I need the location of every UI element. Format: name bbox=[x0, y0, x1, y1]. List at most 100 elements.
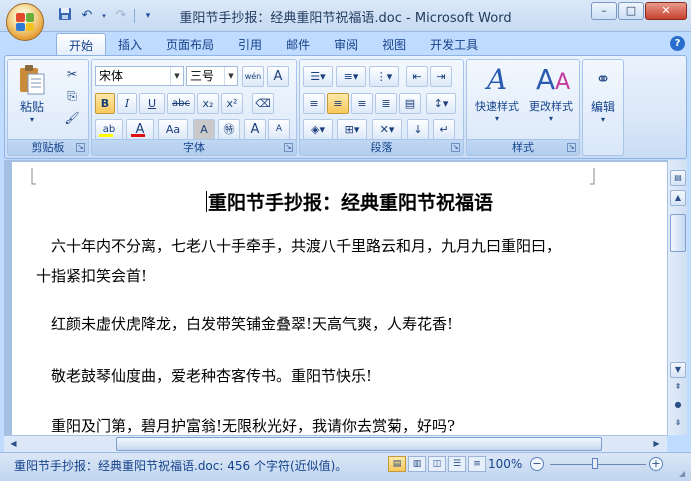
styles-group-label: 样式 bbox=[467, 139, 579, 155]
shrink-font-button[interactable]: A bbox=[268, 119, 290, 140]
change-case-button[interactable]: Aa bbox=[158, 119, 188, 140]
print-layout-view-button[interactable]: ▤ bbox=[388, 456, 406, 472]
line-spacing-button[interactable]: ↕▾ bbox=[426, 93, 456, 114]
maximize-button[interactable]: □ bbox=[618, 2, 644, 20]
character-shading-button[interactable]: A bbox=[193, 119, 215, 140]
underline-button[interactable]: U bbox=[139, 93, 165, 114]
zoom-in-button[interactable]: + bbox=[649, 457, 663, 471]
ribbon: 粘贴 ▾ ✂ ⎘ 🖌 剪贴板 ↘ 宋体 ▼ 三号 ▼ wén A B I U a… bbox=[4, 55, 687, 159]
clear-formatting-button[interactable]: ⌫ bbox=[252, 93, 274, 114]
next-page-button[interactable]: ⇟ bbox=[670, 416, 686, 432]
font-color-button[interactable]: A bbox=[126, 119, 154, 140]
copy-icon[interactable]: ⎘ bbox=[62, 86, 82, 106]
numbering-button[interactable]: ≡▾ bbox=[336, 66, 366, 87]
tab-home[interactable]: 开始 bbox=[56, 33, 107, 55]
grow-font-button[interactable]: A bbox=[244, 119, 266, 140]
paste-button[interactable]: 粘贴 ▾ bbox=[10, 64, 54, 136]
help-icon[interactable]: ? bbox=[670, 36, 685, 51]
tab-page-layout[interactable]: 页面布局 bbox=[154, 33, 226, 55]
editing-button[interactable]: ⚭ 编辑 ▾ bbox=[582, 64, 624, 136]
scroll-up-button[interactable]: ▲ bbox=[670, 190, 686, 206]
horizontal-scroll-thumb[interactable] bbox=[116, 437, 602, 451]
format-painter-icon[interactable]: 🖌 bbox=[62, 108, 82, 128]
character-border-button[interactable]: A bbox=[267, 66, 289, 87]
previous-page-button[interactable]: ⇞ bbox=[670, 380, 686, 396]
zoom-slider[interactable] bbox=[550, 464, 646, 465]
resize-grip-icon[interactable]: ◢ bbox=[679, 469, 689, 479]
horizontal-scrollbar[interactable]: ◀ ▶ bbox=[4, 435, 667, 452]
phonetic-guide-button[interactable]: wén bbox=[242, 66, 264, 87]
font-launcher-icon[interactable]: ↘ bbox=[284, 143, 293, 152]
increase-indent-button[interactable]: ⇥ bbox=[430, 66, 452, 87]
show-marks-button[interactable]: ↵ bbox=[433, 119, 455, 140]
vertical-scrollbar[interactable]: ▤ ▲ ▼ ⇞ ● ⇟ bbox=[667, 160, 687, 435]
italic-button[interactable]: I bbox=[117, 93, 137, 114]
tab-mailings[interactable]: 邮件 bbox=[274, 33, 322, 55]
paragraph-group: ☰▾ ≡▾ ⋮▾ ⇤ ⇥ ≡ ≡ ≡ ≣ ▤ ↕▾ ◈▾ ⊞▾ ✕▾ ↓ ↵ 段… bbox=[299, 59, 464, 156]
document-paragraph: 重阳及门第，碧月护富翁!无限秋光好，我请你去赏菊，好吗? bbox=[51, 417, 456, 435]
cut-icon[interactable]: ✂ bbox=[62, 64, 82, 84]
font-name-select[interactable]: 宋体 ▼ bbox=[95, 66, 184, 86]
close-button[interactable]: ✕ bbox=[645, 2, 687, 20]
clipboard-launcher-icon[interactable]: ↘ bbox=[76, 143, 85, 152]
clipboard-group: 粘贴 ▾ ✂ ⎘ 🖌 剪贴板 ↘ bbox=[7, 59, 89, 156]
shading-button[interactable]: ◈▾ bbox=[303, 119, 333, 140]
scroll-right-button[interactable]: ▶ bbox=[649, 437, 664, 451]
zoom-level[interactable]: 100% bbox=[488, 457, 522, 471]
align-right-button[interactable]: ≡ bbox=[351, 93, 373, 114]
font-group: 宋体 ▼ 三号 ▼ wén A B I U abc x₂ x² ⌫ ab A A… bbox=[91, 59, 297, 156]
chinese-layout-button[interactable]: ✕▾ bbox=[372, 119, 402, 140]
outline-view-button[interactable]: ☰ bbox=[448, 456, 466, 472]
editing-group: ⚭ 编辑 ▾ bbox=[582, 59, 624, 156]
superscript-button[interactable]: x² bbox=[221, 93, 243, 114]
tab-developer[interactable]: 开发工具 bbox=[418, 33, 490, 55]
vertical-scroll-thumb[interactable] bbox=[670, 214, 686, 252]
justify-button[interactable]: ≣ bbox=[375, 93, 397, 114]
tab-review[interactable]: 审阅 bbox=[322, 33, 370, 55]
decrease-indent-button[interactable]: ⇤ bbox=[406, 66, 428, 87]
minimize-button[interactable]: – bbox=[591, 2, 617, 20]
highlight-color-bar bbox=[99, 134, 113, 137]
browse-object-button[interactable]: ● bbox=[670, 398, 686, 414]
font-size-select[interactable]: 三号 ▼ bbox=[186, 66, 238, 86]
highlight-button[interactable]: ab bbox=[95, 119, 123, 140]
draft-view-button[interactable]: ≡ bbox=[468, 456, 486, 472]
document-area: 重阳节手抄报：经典重阳节祝福语 六十年内不分离，七老八十手牵手，共渡八千里路云和… bbox=[4, 160, 667, 435]
tab-view[interactable]: 视图 bbox=[370, 33, 418, 55]
full-screen-reading-view-button[interactable]: ▥ bbox=[408, 456, 426, 472]
scroll-down-button[interactable]: ▼ bbox=[670, 362, 686, 378]
tab-insert[interactable]: 插入 bbox=[106, 33, 154, 55]
styles-launcher-icon[interactable]: ↘ bbox=[567, 143, 576, 152]
enclose-characters-button[interactable]: ㊕ bbox=[218, 119, 240, 140]
change-styles-button[interactable]: AA 更改样式 ▾ bbox=[525, 64, 577, 136]
scroll-left-button[interactable]: ◀ bbox=[6, 437, 21, 451]
ruler-toggle-icon[interactable]: ▤ bbox=[670, 170, 686, 186]
office-button[interactable] bbox=[6, 3, 44, 41]
borders-button[interactable]: ⊞▾ bbox=[337, 119, 367, 140]
multilevel-list-button[interactable]: ⋮▾ bbox=[369, 66, 399, 87]
document-page[interactable]: 重阳节手抄报：经典重阳节祝福语 六十年内不分离，七老八十手牵手，共渡八千里路云和… bbox=[12, 162, 667, 435]
strikethrough-button[interactable]: abc bbox=[167, 93, 195, 114]
paste-label: 粘贴 bbox=[19, 100, 44, 114]
document-stats[interactable]: 重阳节手抄报：经典重阳节祝福语.doc: 456 个字符(近似值)。 bbox=[14, 457, 347, 474]
bold-button[interactable]: B bbox=[95, 93, 115, 114]
quick-styles-button[interactable]: A 快速样式 ▾ bbox=[471, 64, 523, 136]
paragraph-launcher-icon[interactable]: ↘ bbox=[451, 143, 460, 152]
binoculars-icon: ⚭ bbox=[595, 69, 611, 90]
sort-button[interactable]: ↓ bbox=[407, 119, 429, 140]
document-paragraph: 敬老鼓琴仙度曲，爱老种杏客传书。重阳节快乐! bbox=[51, 367, 373, 385]
chevron-down-icon: ▾ bbox=[494, 114, 499, 123]
align-left-button[interactable]: ≡ bbox=[303, 93, 325, 114]
status-bar: 重阳节手抄报：经典重阳节祝福语.doc: 456 个字符(近似值)。 ▤ ▥ ◫… bbox=[0, 452, 691, 481]
align-center-button[interactable]: ≡ bbox=[327, 93, 349, 114]
zoom-slider-thumb[interactable] bbox=[592, 458, 598, 469]
web-layout-view-button[interactable]: ◫ bbox=[428, 456, 446, 472]
bullets-button[interactable]: ☰▾ bbox=[303, 66, 333, 87]
tab-references[interactable]: 引用 bbox=[226, 33, 274, 55]
window-controls: – □ ✕ bbox=[591, 2, 687, 20]
distributed-button[interactable]: ▤ bbox=[399, 93, 421, 114]
chevron-down-icon: ▼ bbox=[170, 67, 183, 85]
subscript-button[interactable]: x₂ bbox=[197, 93, 219, 114]
editing-label: 编辑 bbox=[590, 100, 615, 114]
zoom-out-button[interactable]: − bbox=[530, 457, 544, 471]
